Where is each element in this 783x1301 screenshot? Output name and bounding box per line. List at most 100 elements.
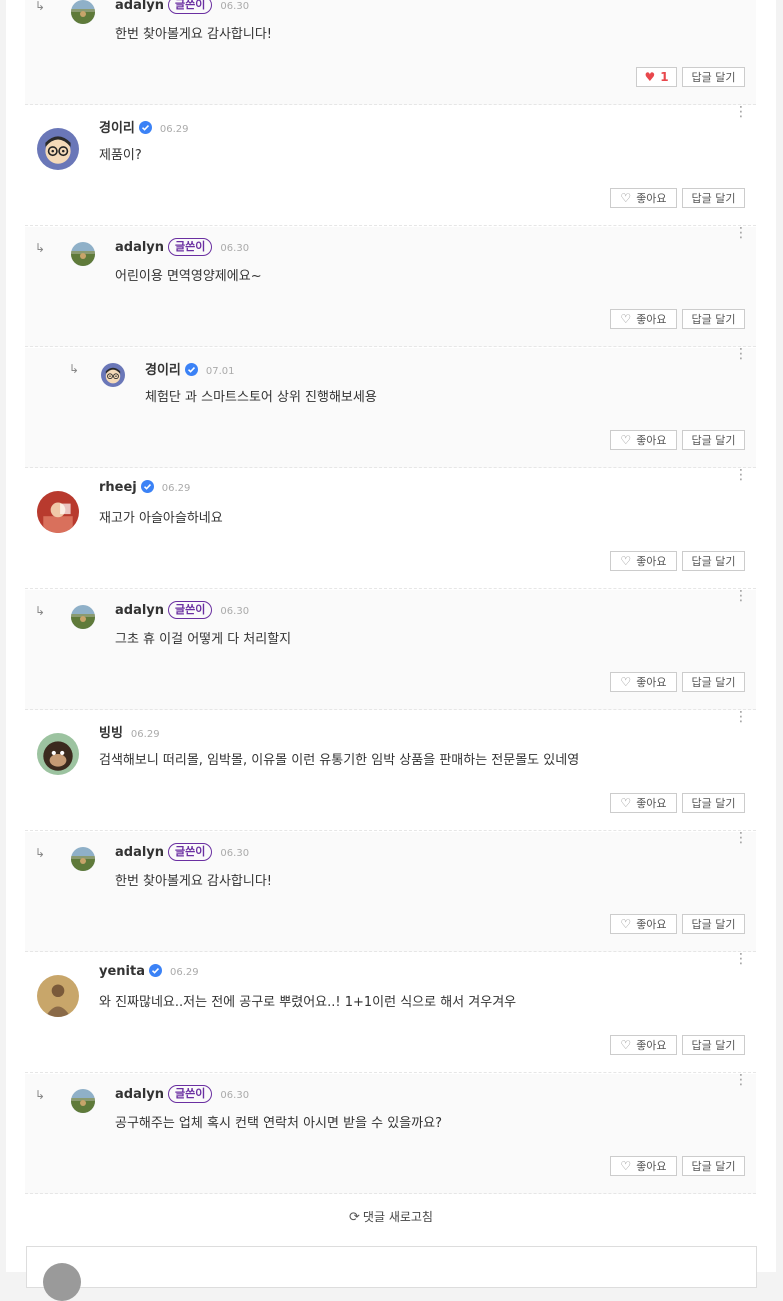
comment-author[interactable]: adalyn 글쓴이 06.30 (115, 0, 249, 14)
comment-date: 06.29 (130, 729, 160, 740)
like-button[interactable]: ♥ 1 (636, 67, 677, 87)
comment-actions: ♡ 좋아요 답글 달기 (610, 1156, 745, 1176)
like-button[interactable]: ♡ 좋아요 (610, 914, 677, 934)
more-vertical-icon[interactable]: ⋮ (734, 709, 748, 725)
more-vertical-icon[interactable]: ⋮ (734, 225, 748, 241)
reply-button[interactable]: 답글 달기 (682, 430, 745, 450)
comment-author[interactable]: yenita 06.29 (99, 964, 199, 979)
comment-date: 06.30 (220, 848, 250, 859)
avatar[interactable] (71, 1089, 95, 1113)
heart-icon: ♡ (620, 675, 632, 689)
comment-author[interactable]: adalyn 글쓴이 06.30 (115, 601, 249, 619)
comment-author[interactable]: adalyn 글쓴이 06.30 (115, 238, 249, 256)
reply-item: ↳adalyn글쓴이06.30한번 찾아볼게요 감사합니다!⋮♥1답글 달기 (25, 0, 756, 105)
more-vertical-icon[interactable]: ⋮ (734, 588, 748, 604)
avatar[interactable] (71, 242, 95, 266)
avatar[interactable] (71, 0, 95, 24)
avatar[interactable] (101, 363, 125, 387)
author-name: yenita (99, 964, 145, 979)
comment-author[interactable]: 빙빙 06.29 (99, 722, 160, 741)
reply-arrow-icon: ↳ (35, 1088, 46, 1102)
reply-button[interactable]: 답글 달기 (682, 1035, 745, 1055)
comment-author[interactable]: rheej 06.29 (99, 480, 190, 495)
more-vertical-icon[interactable]: ⋮ (734, 104, 748, 120)
verified-check-icon (140, 480, 154, 493)
avatar[interactable] (37, 491, 79, 533)
heart-icon: ♡ (620, 917, 632, 931)
like-button[interactable]: ♡ 좋아요 (610, 1035, 677, 1055)
comment-item: yenita 06.29 와 진짜많네요..저는 전에 공구로 뿌렸어요..! 1+… (25, 951, 756, 1073)
comment-text: 검색해보니 떠리몰, 임박몰, 이유몰 이런 유통기한 임박 상품을 판매하는 … (99, 753, 580, 768)
author-name: adalyn (115, 0, 165, 13)
reply-button[interactable]: 답글 달기 (682, 1156, 745, 1176)
reply-button[interactable]: 답글 달기 (682, 914, 745, 934)
reply-button[interactable]: 답글 달기 (682, 188, 745, 208)
like-button[interactable]: ♡ 좋아요 (610, 1156, 677, 1176)
comment-page: ↳adalyn글쓴이06.30한번 찾아볼게요 감사합니다!⋮♥1답글 달기경이… (6, 0, 776, 1301)
reply-item: ↳ adalyn 글쓴이 06.30 그초 휴 이걸 어떻게 다 처리할지 ⋮ ♡ 좋아요 답글… (25, 588, 756, 710)
my-avatar (43, 1263, 81, 1301)
comment-author[interactable]: 경이리 07.01 (145, 359, 235, 378)
comment-write-box[interactable] (26, 1246, 757, 1301)
writer-badge: 글쓴이 (168, 238, 213, 256)
comment-item: 빙빙 06.29 검색해보니 떠리몰, 임박몰, 이유몰 이런 유통기한 임박 상품… (25, 709, 756, 831)
comment-actions: ♡ 좋아요 답글 달기 (610, 793, 745, 813)
comment-author[interactable]: adalyn 글쓴이 06.30 (115, 843, 249, 861)
like-button[interactable]: ♡ 좋아요 (610, 672, 677, 692)
comment-text: 재고가 아슬아슬하네요 (99, 511, 223, 526)
reply-arrow-icon: ↳ (35, 0, 46, 13)
like-label: 좋아요 (636, 1039, 667, 1052)
like-button[interactable]: ♡ 좋아요 (610, 188, 677, 208)
comment-author[interactable]: 경이리 06.29 (99, 117, 189, 136)
heart-icon: ♡ (620, 433, 632, 447)
comment-text: 어린이용 면역영양제에요~ (115, 269, 262, 284)
author-name: 경이리 (99, 121, 135, 136)
like-label: 좋아요 (636, 797, 667, 810)
heart-icon: ♡ (620, 796, 632, 810)
avatar[interactable] (37, 975, 79, 1017)
author-name: 빙빙 (99, 726, 123, 741)
avatar[interactable] (37, 733, 79, 775)
reply-button[interactable]: 답글 달기 (682, 551, 745, 571)
more-vertical-icon[interactable]: ⋮ (734, 467, 748, 483)
reply-item: ↳ 경이리 07.01 체험단 과 스마트스토어 상위 진행해보세용 ⋮ ♡ 좋아요 답글 달… (25, 346, 756, 468)
like-label: 좋아요 (636, 313, 667, 326)
writer-badge: 글쓴이 (168, 0, 213, 14)
heart-icon: ♡ (620, 312, 632, 326)
comment-date: 07.01 (205, 366, 235, 377)
like-label: 1 (660, 70, 669, 84)
avatar[interactable] (71, 847, 95, 871)
heart-icon: ♡ (620, 1038, 632, 1052)
comment-actions: ♡ 좋아요 답글 달기 (610, 430, 745, 450)
author-name: adalyn (115, 240, 165, 255)
comment-text: 체험단 과 스마트스토어 상위 진행해보세용 (145, 390, 377, 405)
more-vertical-icon[interactable]: ⋮ (734, 346, 748, 362)
more-vertical-icon[interactable]: ⋮ (734, 951, 748, 967)
more-vertical-icon[interactable]: ⋮ (734, 1072, 748, 1088)
like-button[interactable]: ♡ 좋아요 (610, 430, 677, 450)
like-button[interactable]: ♡ 좋아요 (610, 309, 677, 329)
comment-author[interactable]: adalyn 글쓴이 06.30 (115, 1085, 249, 1103)
reply-arrow-icon: ↳ (35, 241, 46, 255)
avatar[interactable] (37, 128, 79, 170)
reply-button[interactable]: 답글 달기 (682, 309, 745, 329)
writer-badge: 글쓴이 (168, 601, 213, 619)
comment-text: 한번 찾아볼게요 감사합니다! (115, 27, 272, 42)
comment-item: 경이리 06.29 제품이? ⋮ ♡ 좋아요 답글 달기 (25, 104, 756, 226)
refresh-comments-button[interactable]: ⟳ 댓글 새로고침 (6, 1208, 776, 1225)
comment-date: 06.29 (161, 483, 191, 494)
avatar[interactable] (71, 605, 95, 629)
reply-button[interactable]: 답글 달기 (682, 67, 745, 87)
more-vertical-icon[interactable]: ⋮ (734, 830, 748, 846)
comment-actions: ♡ 좋아요 답글 달기 (610, 309, 745, 329)
like-button[interactable]: ♡ 좋아요 (610, 551, 677, 571)
comment-date: 06.29 (170, 967, 199, 978)
author-name: adalyn (115, 603, 165, 618)
comment-text: 와 진짜많네요..저는 전에 공구로 뿌렸어요..! 1+1이런 식으로 해서 … (99, 995, 517, 1010)
like-button[interactable]: ♡ 좋아요 (610, 793, 677, 813)
reply-button[interactable]: 답글 달기 (682, 672, 745, 692)
heart-icon: ♡ (620, 554, 632, 568)
reply-button[interactable]: 답글 달기 (682, 793, 745, 813)
comment-date: 06.30 (220, 243, 250, 254)
heart-icon: ♥ (644, 70, 656, 84)
